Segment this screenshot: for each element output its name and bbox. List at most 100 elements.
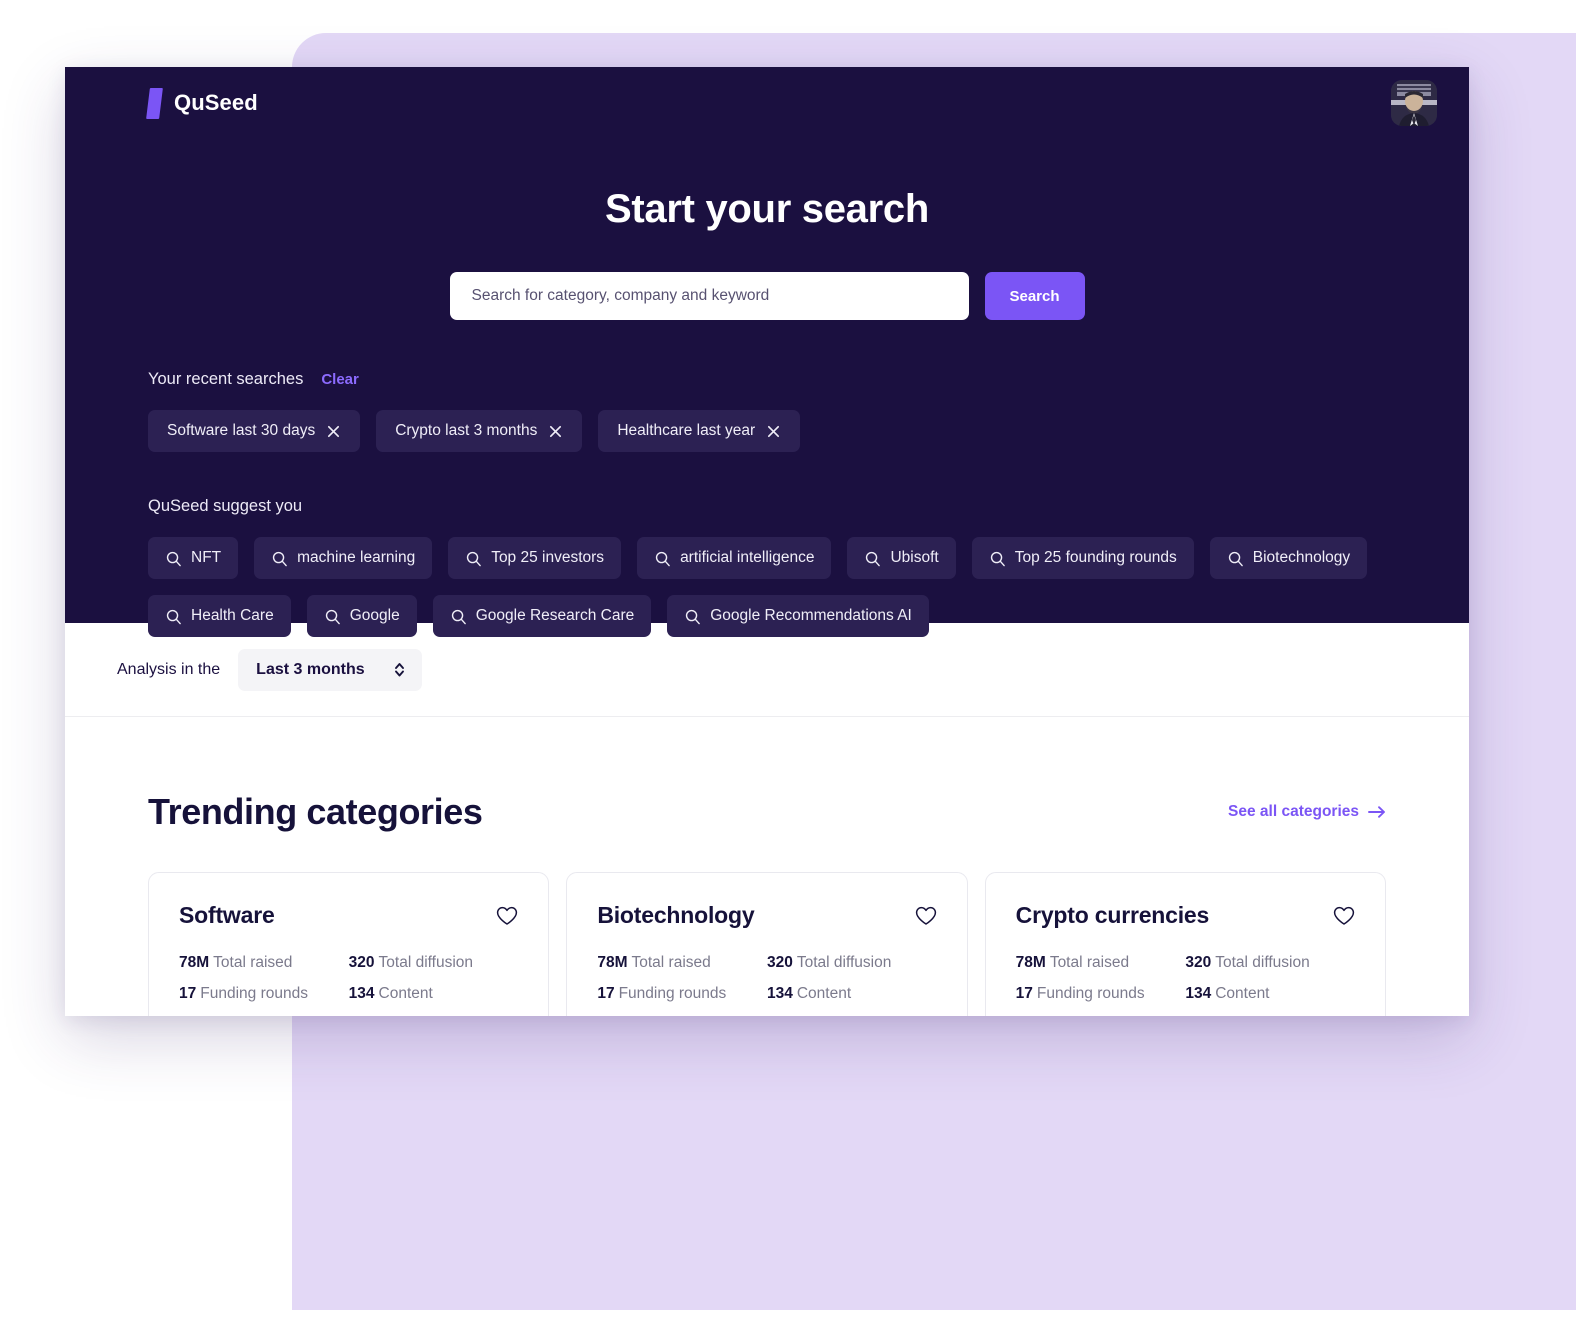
stat-label: Content [378, 985, 433, 1002]
category-card-grid: Software 78M Total raised 320 Total diffus… [148, 872, 1386, 1016]
suggestion-chip-google-recommendations-ai[interactable]: Google Recommendations AI [667, 595, 929, 637]
recent-search-chip[interactable]: Crypto last 3 months [376, 410, 583, 452]
stat-label: Funding rounds [1036, 985, 1145, 1002]
analysis-period-select[interactable]: Last 3 months [238, 648, 422, 691]
stat-label: Total diffusion [1215, 954, 1310, 971]
stat-value: 78M [1015, 954, 1046, 971]
favorite-button[interactable] [496, 906, 518, 926]
search-icon [325, 609, 340, 624]
stat-value: 78M [597, 954, 628, 971]
category-title: Crypto currencies [1015, 902, 1210, 928]
stat-value: 78M [179, 954, 210, 971]
recent-search-chip[interactable]: Healthcare last year [598, 410, 801, 452]
search-icon [686, 609, 701, 624]
heart-icon [915, 906, 936, 925]
category-card-header: Crypto currencies [1016, 902, 1355, 929]
stat-value: 134 [1185, 985, 1212, 1002]
analysis-period-value: Last 3 months [256, 660, 365, 678]
hero-section: QuSeed Start your search Search for cate… [65, 67, 1469, 637]
close-icon[interactable] [766, 424, 781, 439]
app-window: QuSeed Start your search Search for cate… [65, 67, 1469, 1016]
search-icon [990, 551, 1005, 566]
category-stats: 78M Total raised 320 Total diffusion 17 Fun… [179, 954, 518, 1003]
close-icon[interactable] [326, 424, 341, 439]
favorite-button[interactable] [1333, 906, 1355, 926]
see-all-categories-link[interactable]: See all categories [1228, 803, 1386, 821]
trending-categories-section: Trending categories See all categories S… [65, 717, 1469, 1016]
heart-icon [497, 906, 518, 925]
search-icon [655, 551, 670, 566]
category-card[interactable]: Biotechnology 78M Total raised 320 Total d… [566, 872, 968, 1016]
suggestion-label: artificial intelligence [680, 549, 815, 566]
search-icon [467, 551, 482, 566]
category-card[interactable]: Software 78M Total raised 320 Total diffus… [148, 872, 550, 1016]
category-stats: 78M Total raised 320 Total diffusion 17 Fun… [1016, 954, 1355, 1003]
recent-searches-label: Your recent searches [148, 370, 304, 388]
suggestion-chip-nft[interactable]: NFT [148, 537, 239, 579]
suggestion-label: Biotechnology [1252, 549, 1351, 566]
see-all-categories-label: See all categories [1228, 803, 1359, 820]
stat-label: Total raised [213, 954, 293, 971]
suggestion-chip-artificial-intelligence[interactable]: artificial intelligence [637, 537, 832, 579]
stat-value: 134 [766, 985, 793, 1002]
avatar-photo-icon [1391, 80, 1437, 126]
recent-search-chip[interactable]: Software last 30 days [148, 410, 361, 452]
recent-search-label: Healthcare last year [617, 422, 756, 439]
search-button[interactable]: Search [984, 272, 1085, 320]
suggestion-chip-google-research-care[interactable]: Google Research Care [432, 595, 652, 637]
suggestion-chip-health-care[interactable]: Health Care [148, 595, 291, 637]
brand-name: QuSeed [174, 90, 258, 115]
suggestions-list: NFT machine learning Top 25 investors ar… [148, 537, 1386, 637]
arrow-right-icon [1368, 806, 1385, 818]
stat-label: Funding rounds [200, 985, 308, 1002]
stat-value: 320 [1185, 954, 1212, 971]
stat-item: 134 Content [349, 985, 519, 1003]
stat-item: 78M Total raised [1016, 954, 1186, 972]
suggestion-chip-top-25-founding-rounds[interactable]: Top 25 founding rounds [971, 537, 1194, 579]
search-input[interactable] [449, 272, 969, 320]
suggestion-chip-biotechnology[interactable]: Biotechnology [1209, 537, 1368, 579]
category-card-header: Biotechnology [597, 902, 936, 929]
favorite-button[interactable] [915, 906, 937, 926]
stat-item: 320 Total diffusion [767, 954, 937, 972]
stat-value: 320 [348, 954, 375, 971]
heart-icon [1333, 906, 1355, 925]
trending-header: Trending categories See all categories [148, 791, 1386, 833]
recent-search-label: Crypto last 3 months [395, 422, 538, 439]
search-icon [272, 551, 287, 566]
stat-label: Content [1215, 985, 1270, 1002]
suggestion-label: NFT [191, 549, 222, 566]
category-title: Software [179, 902, 275, 928]
suggestion-chip-top-25-investors[interactable]: Top 25 investors [448, 537, 622, 579]
category-card[interactable]: Crypto currencies 78M Total raised 320 Tot… [984, 872, 1386, 1016]
suggestion-label: Top 25 founding rounds [1014, 549, 1177, 566]
stat-label: Funding rounds [618, 985, 727, 1002]
stat-item: 134 Content [767, 985, 937, 1003]
clear-recent-searches-button[interactable]: Clear [321, 371, 359, 388]
search-icon [866, 551, 881, 566]
category-card-header: Software [179, 902, 518, 929]
stat-item: 17 Funding rounds [597, 985, 767, 1003]
suggestion-chip-machine-learning[interactable]: machine learning [254, 537, 433, 579]
stat-item: 17 Funding rounds [179, 985, 349, 1003]
stat-item: 78M Total raised [597, 954, 767, 972]
avatar[interactable] [1391, 80, 1437, 126]
chevron-updown-icon [394, 663, 404, 677]
recent-searches-list: Software last 30 days Crypto last 3 mont… [148, 410, 1386, 452]
brand-logo[interactable]: QuSeed [146, 87, 258, 119]
category-stats: 78M Total raised 320 Total diffusion 17 Fun… [597, 954, 936, 1003]
stat-value: 134 [348, 985, 375, 1002]
recent-search-label: Software last 30 days [167, 422, 316, 439]
search-icon [451, 609, 466, 624]
close-icon[interactable] [548, 424, 563, 439]
stat-value: 17 [179, 985, 197, 1002]
page-title: Start your search [605, 187, 929, 231]
category-title: Biotechnology [597, 902, 755, 928]
suggestion-chip-ubisoft[interactable]: Ubisoft [847, 537, 956, 579]
stat-label: Content [796, 985, 852, 1002]
suggestions-label: QuSeed suggest you [148, 497, 303, 515]
suggestion-label: Ubisoft [890, 549, 939, 566]
search-icon [1228, 551, 1243, 566]
suggestion-chip-google[interactable]: Google [306, 595, 417, 637]
suggestion-label: Google Recommendations AI [710, 607, 912, 624]
